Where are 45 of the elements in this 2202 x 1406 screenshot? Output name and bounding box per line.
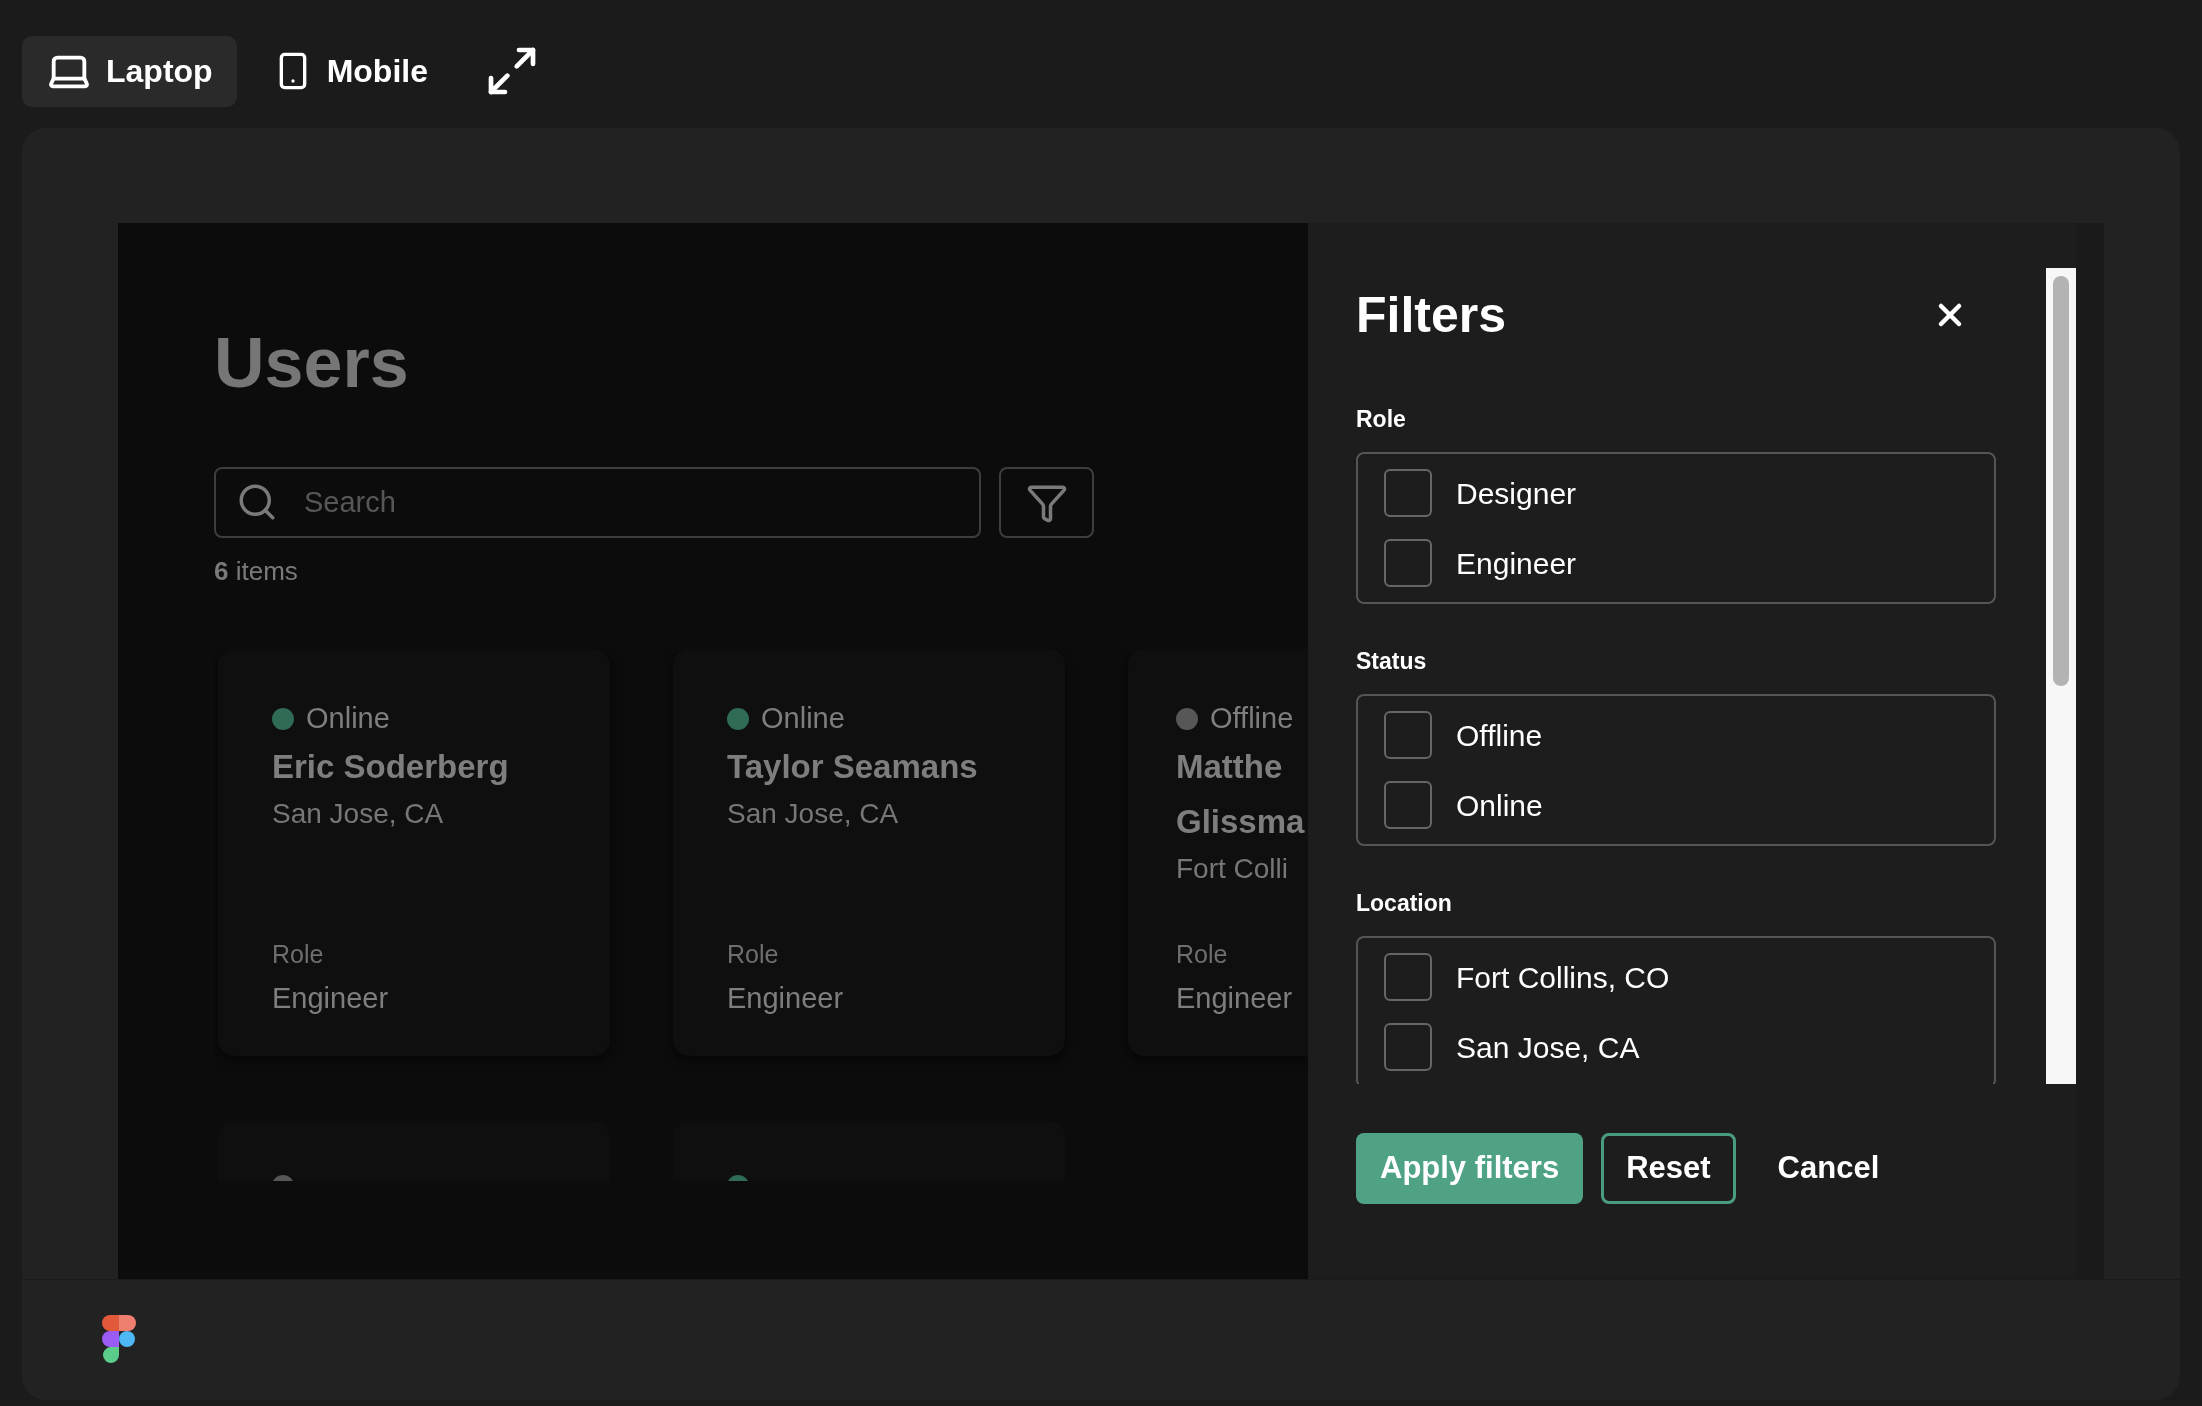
page-title: Users	[214, 323, 410, 403]
option-label: Engineer	[1456, 545, 1577, 582]
scrollbar[interactable]	[2046, 268, 2076, 1084]
role-label: Role	[272, 939, 325, 970]
user-name: Eric Soderberg	[272, 747, 510, 787]
device-tab[interactable]: Laptop	[22, 35, 237, 107]
checkbox[interactable]	[1384, 539, 1432, 587]
user-location: Fort Colli	[1176, 852, 1289, 886]
checkbox[interactable]	[1384, 469, 1432, 517]
reset-button[interactable]: Reset	[1601, 1133, 1736, 1204]
checkbox[interactable]	[1384, 781, 1432, 829]
role-value: Engineer	[727, 981, 845, 1016]
role-value: Engineer	[272, 981, 390, 1016]
option-label: San Jose, CA	[1456, 1029, 1640, 1066]
role-label: Role	[727, 939, 780, 970]
group-label: Role	[1356, 405, 1407, 434]
option-label: Fort Collins, CO	[1456, 959, 1670, 996]
user-card[interactable]: Offline Matthe Glissma Fort Colli Role Engineer	[1128, 649, 1308, 1056]
user-card[interactable]: Online Eric Soderberg San Jose, CA Role Engineer	[218, 649, 610, 1056]
checkbox[interactable]	[1384, 1023, 1432, 1071]
search-field[interactable]: Search	[214, 467, 981, 538]
panel-title: Filters	[1356, 285, 1507, 345]
user-name: Matthe Glissma	[1176, 747, 1306, 842]
option-label: Online	[1456, 787, 1543, 824]
item-count: 6 items	[214, 555, 299, 588]
option-label: Offline	[1456, 717, 1543, 754]
group-label: Status	[1356, 647, 1428, 676]
group-label: Location	[1356, 889, 1453, 918]
device-tab[interactable]: Mobile	[248, 35, 452, 107]
checkbox[interactable]	[1384, 711, 1432, 759]
filter-button[interactable]	[999, 467, 1094, 538]
scrollbar-thumb[interactable]	[2053, 276, 2069, 686]
user-location: San Jose, CA	[272, 797, 445, 831]
logo-icon	[102, 1314, 136, 1364]
status-text: Online	[306, 701, 390, 737]
user-name: Taylor Seamans	[727, 747, 979, 787]
role-value: Engineer	[1176, 981, 1294, 1016]
user-location: San Jose, CA	[727, 797, 900, 831]
checkbox[interactable]	[1384, 953, 1432, 1001]
status-text: Offline	[1210, 701, 1294, 737]
role-label: Role	[1176, 939, 1229, 970]
cancel-button[interactable]: Cancel	[1753, 1133, 1904, 1204]
user-card[interactable]: Online Taylor Seamans San Jose, CA Role Engineer	[673, 649, 1065, 1056]
option-label: Designer	[1456, 475, 1577, 512]
status-text: Online	[761, 701, 845, 737]
